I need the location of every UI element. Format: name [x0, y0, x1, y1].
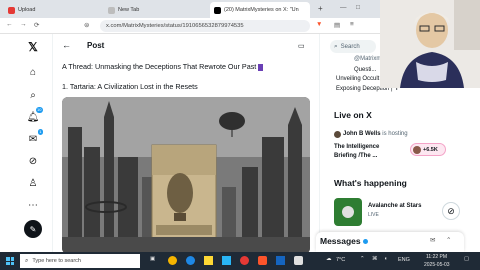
taskbar-search-input[interactable]: ⌕ Type here to search: [20, 254, 140, 268]
media-taskbar-icon[interactable]: [240, 256, 249, 265]
windows-taskbar: ⌕ Type here to search ▣ ☁ 7°C ⌃ ⌘ ◖ ENG …: [0, 252, 480, 270]
minimize-button[interactable]: —: [340, 4, 347, 11]
space-title-line-2[interactable]: Briefing /The ...: [334, 153, 377, 159]
messages-badge: 1: [37, 129, 43, 135]
messages-icon[interactable]: ✉ 1: [26, 129, 43, 146]
store-taskbar-icon[interactable]: [222, 256, 231, 265]
notification-center-icon[interactable]: ▢: [464, 256, 469, 262]
weather-temp[interactable]: 7°C: [336, 257, 345, 263]
post-image[interactable]: [62, 97, 310, 254]
windows-start-icon[interactable]: [6, 257, 14, 265]
word-taskbar-icon[interactable]: [276, 256, 285, 265]
profile-bio-line-1: Questi...: [354, 67, 377, 73]
thread-section: 1. Tartaria: A Civilization Lost in the …: [62, 82, 198, 91]
volume-icon[interactable]: ◖: [384, 256, 387, 262]
webcam-overlay: [380, 0, 480, 88]
search-icon: ⌕: [25, 257, 29, 264]
search-icon: ⌕: [334, 42, 338, 50]
compose-post-button[interactable]: ✎: [24, 220, 42, 238]
tartaria-city-illustration: [62, 97, 310, 254]
clock-date[interactable]: 2025-05-03: [424, 262, 450, 268]
browser-address-bar: ← → ⟳ ⊜ x.com/MatrixMysteries/status/191…: [0, 18, 380, 34]
back-button[interactable]: ←: [62, 40, 71, 50]
presenter-illustration: [380, 0, 480, 88]
thread-title-line: A Thread: Unmasking the Deceptions That …: [62, 62, 264, 71]
language-indicator[interactable]: ENG: [398, 257, 410, 263]
live-host-line[interactable]: John B Wells is hosting: [343, 131, 408, 137]
x-logo-icon[interactable]: 𝕏: [26, 40, 40, 54]
reload-icon[interactable]: ⟳: [34, 21, 39, 29]
listener-avatar: [413, 145, 421, 154]
home-icon[interactable]: ⌂: [26, 65, 40, 79]
brave-shield-icon[interactable]: ▼: [316, 21, 322, 28]
file-explorer-taskbar-icon[interactable]: [204, 256, 213, 265]
happening-heading: What's happening: [334, 178, 407, 188]
tray-chevron-icon[interactable]: ⌃: [360, 256, 365, 262]
search-input[interactable]: ⌕ Search: [330, 40, 376, 53]
site-info-icon[interactable]: ⊜: [84, 21, 89, 29]
space-title-line-1[interactable]: The Intelligence: [334, 144, 379, 150]
back-icon[interactable]: ←: [6, 21, 13, 28]
reader-mode-icon[interactable]: ▭: [298, 42, 305, 50]
tab-x-post[interactable]: (20) MatrixMysteries on X: "Un: [210, 2, 310, 18]
chrome-taskbar-icon[interactable]: [168, 256, 177, 265]
more-icon[interactable]: ⋯: [26, 198, 40, 212]
thread-title: A Thread: Unmasking the Deceptions That …: [62, 62, 257, 71]
brave-taskbar-icon[interactable]: [258, 256, 267, 265]
event-thumbnail[interactable]: [334, 198, 362, 226]
verified-dot-icon: [363, 239, 369, 244]
clock-time[interactable]: 11:22 PM: [426, 254, 447, 260]
tab-upload[interactable]: Upload: [4, 2, 74, 18]
new-message-icon[interactable]: ✉: [430, 236, 435, 244]
new-tab-button[interactable]: +: [318, 4, 323, 13]
tab-label: Upload: [18, 7, 36, 13]
tab-new-tab[interactable]: New Tab: [104, 2, 178, 18]
menu-icon[interactable]: ≡: [350, 21, 354, 28]
forward-icon[interactable]: →: [20, 21, 27, 28]
notifications-icon[interactable]: 🔔︎ 10: [26, 107, 43, 124]
messages-drawer-title: Messages: [320, 236, 369, 246]
explore-search-icon[interactable]: ⌕: [26, 88, 40, 102]
new-tab-icon: [108, 6, 115, 14]
grok-icon[interactable]: ⊘: [26, 154, 40, 168]
maximize-button[interactable]: □: [356, 4, 360, 11]
tab-label: (20) MatrixMysteries on X: "Un: [224, 7, 299, 13]
weather-icon: ☁: [326, 256, 332, 262]
grok-floating-icon[interactable]: ⊘: [442, 202, 460, 220]
profile-icon[interactable]: ♙: [26, 176, 40, 190]
listeners-pill[interactable]: +6.5K: [410, 143, 446, 156]
expand-drawer-icon[interactable]: ⌃: [446, 236, 451, 244]
browser-tab-bar: Upload New Tab (20) MatrixMysteries on X…: [0, 0, 380, 18]
app-taskbar-icon[interactable]: [294, 256, 303, 265]
page-title: Post: [87, 41, 105, 50]
host-suffix: is hosting: [382, 131, 408, 137]
edge-taskbar-icon[interactable]: [186, 256, 195, 265]
sidebar-icon[interactable]: ▤: [334, 21, 340, 29]
x-logo-icon: [214, 6, 221, 14]
live-heading: Live on X: [334, 110, 372, 120]
notifications-badge: 10: [35, 107, 43, 113]
scroll-emoji-icon: [258, 63, 264, 71]
task-view-icon[interactable]: ▣: [150, 256, 155, 262]
host-avatar: [334, 131, 341, 138]
network-icon[interactable]: ⌘: [372, 256, 378, 262]
youtube-icon: [8, 6, 15, 14]
event-title[interactable]: Avalanche at Stars: [368, 203, 421, 209]
event-status: LIVE: [368, 212, 379, 218]
url-field[interactable]: x.com/MatrixMysteries/status/19106565328…: [100, 20, 310, 32]
tab-label: New Tab: [118, 7, 140, 13]
host-name: John B Wells: [343, 131, 381, 137]
